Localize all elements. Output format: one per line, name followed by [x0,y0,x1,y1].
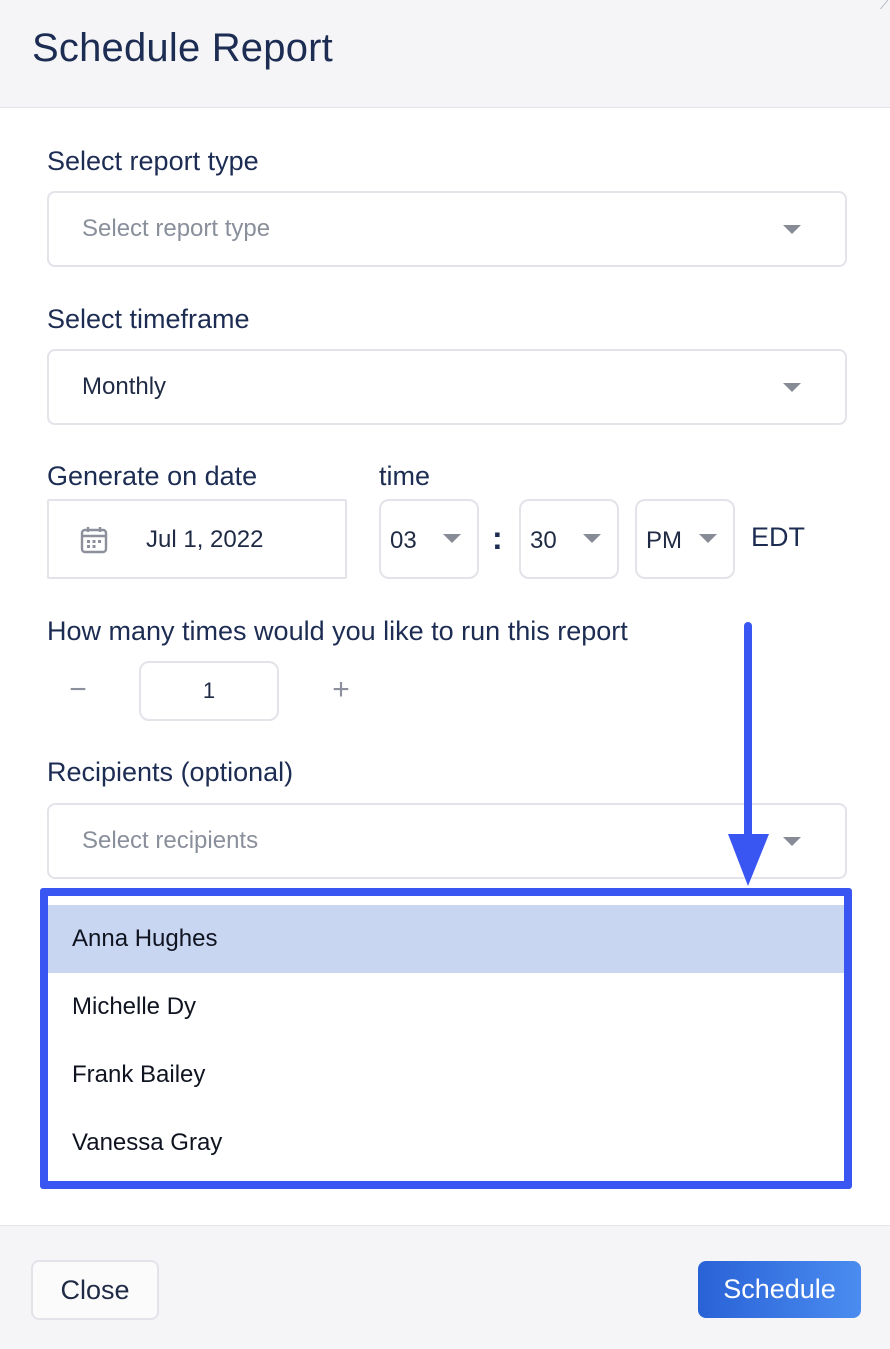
recipients-placeholder: Select recipients [82,827,259,854]
time-label: time [379,461,431,491]
recipient-option[interactable]: Michelle Dy [48,973,844,1041]
run-count-label: How many times would you like to run thi… [47,616,628,646]
minute-value: 30 [530,527,557,554]
close-button[interactable]: Close [31,1260,159,1320]
recipient-option[interactable]: Frank Bailey [48,1041,844,1109]
dialog-footer: Close Schedule [0,1225,890,1349]
recipient-option[interactable]: Vanessa Gray [48,1109,844,1177]
chevron-down-icon [783,837,801,846]
annotation-arrow-icon [728,622,769,886]
increment-button[interactable]: + [321,670,361,710]
ampm-value: PM [646,527,682,554]
hour-value: 03 [390,527,417,554]
date-picker[interactable]: Jul 1, 2022 [47,499,347,579]
timeframe-select[interactable]: Monthly [47,349,847,425]
date-value: Jul 1, 2022 [146,526,264,553]
chevron-down-icon [443,534,461,543]
dialog-title: Schedule Report [32,26,333,70]
ampm-select[interactable]: PM [635,499,735,579]
recipients-label: Recipients (optional) [47,757,294,787]
hour-select[interactable]: 03 [379,499,479,579]
report-type-placeholder: Select report type [82,215,271,242]
chevron-down-icon [783,383,801,392]
chevron-down-icon [699,534,717,543]
time-separator: : [492,520,503,556]
chevron-down-icon [583,534,601,543]
decrement-button[interactable]: − [58,670,98,710]
generate-date-label: Generate on date [47,461,258,491]
recipients-dropdown: Anna Hughes Michelle Dy Frank Bailey Van… [40,888,852,1189]
recipient-option[interactable]: Anna Hughes [48,905,844,973]
close-corner-icon[interactable]: ⟋ [880,0,890,11]
dialog-header: Schedule Report ⟋ [0,0,890,108]
timezone-label: EDT [751,522,805,552]
timeframe-label: Select timeframe [47,304,250,334]
timeframe-value: Monthly [82,373,167,400]
minute-select[interactable]: 30 [519,499,619,579]
run-count-input[interactable]: 1 [139,661,279,721]
chevron-down-icon [783,225,801,234]
report-type-label: Select report type [47,146,259,176]
schedule-button[interactable]: Schedule [698,1261,861,1318]
report-type-select[interactable]: Select report type [47,191,847,267]
calendar-icon [80,527,108,554]
